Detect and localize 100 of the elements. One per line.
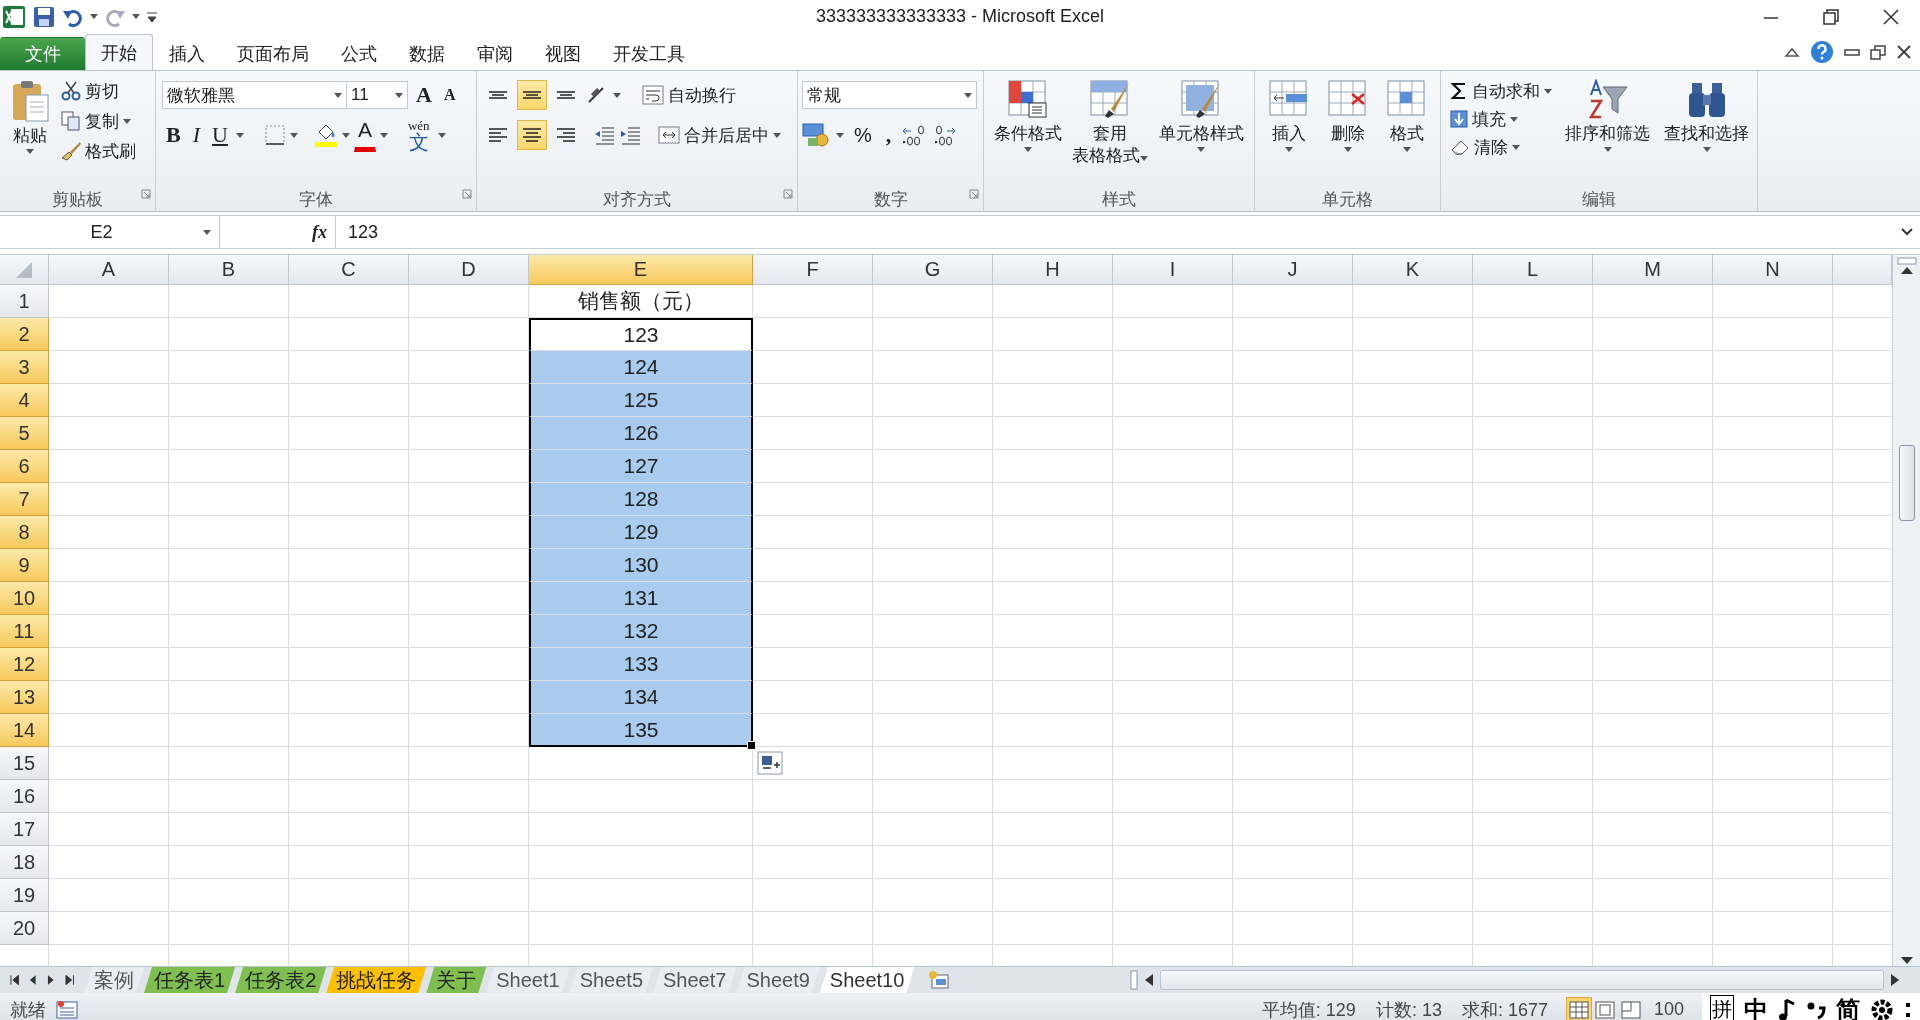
insert-sheet-icon[interactable]	[928, 970, 951, 990]
column-header[interactable]: H	[993, 255, 1113, 285]
number-format-dropdown[interactable]: 常规	[802, 81, 977, 109]
sheet-tab[interactable]: Sheet1	[486, 967, 570, 993]
zoom-level[interactable]: 100	[1643, 999, 1694, 1020]
row-header[interactable]: 16	[0, 780, 49, 813]
customize-toolbar-icon[interactable]	[146, 9, 158, 24]
row-header[interactable]: 8	[0, 516, 49, 549]
dialog-launcher-icon[interactable]	[969, 189, 979, 199]
clipboard-command[interactable]: 复制	[58, 107, 139, 135]
row-header[interactable]: 13	[0, 681, 49, 714]
sheet-tab[interactable]: Sheet10	[819, 967, 915, 993]
row-header[interactable]: 11	[0, 615, 49, 648]
insert-function-button[interactable]: fx	[304, 221, 335, 243]
column-header[interactable]: I	[1113, 255, 1233, 285]
language-button[interactable]: 中	[1744, 993, 1768, 1020]
wrap-text-button[interactable]: 自动换行	[639, 81, 739, 109]
percent-style-button[interactable]: %	[850, 120, 876, 150]
row-header[interactable]: 9	[0, 549, 49, 582]
clipboard-command[interactable]: 剪切	[58, 77, 139, 105]
last-sheet-icon[interactable]	[64, 974, 74, 986]
sheet-tab[interactable]: Sheet9	[736, 967, 820, 993]
sheet-tab[interactable]: 关于	[426, 967, 487, 993]
row-header[interactable]: 19	[0, 879, 49, 912]
scroll-up-icon[interactable]	[1899, 265, 1914, 275]
editing-command[interactable]: 填充	[1447, 105, 1555, 133]
next-sheet-icon[interactable]	[47, 974, 55, 986]
row-header[interactable]: 14	[0, 714, 49, 747]
paste-button[interactable]: 粘贴	[6, 77, 54, 187]
ribbon-tab[interactable]: 开始	[85, 34, 153, 70]
save-icon[interactable]	[32, 4, 56, 29]
row-header[interactable]: 1	[0, 285, 49, 318]
row-header[interactable]: 4	[0, 384, 49, 417]
style-button[interactable]: 套用 表格格式	[1068, 77, 1153, 187]
note-icon[interactable]	[1778, 997, 1796, 1020]
ribbon-tab[interactable]: 文件	[0, 37, 85, 70]
dialog-launcher-icon[interactable]	[462, 189, 472, 199]
ribbon-tab[interactable]: 页面布局	[221, 37, 325, 70]
column-header[interactable]: C	[289, 255, 409, 285]
help-icon[interactable]	[1810, 40, 1834, 64]
currency-icon[interactable]	[802, 122, 830, 148]
sheet-tab[interactable]: Sheet5	[569, 967, 654, 993]
fill-handle[interactable]	[747, 741, 756, 750]
row-header[interactable]: 6	[0, 450, 49, 483]
cells-button[interactable]: 删除	[1322, 77, 1373, 187]
column-header[interactable]: N	[1713, 255, 1833, 285]
restore-icon[interactable]	[1870, 44, 1886, 60]
style-button[interactable]: 条件格式	[990, 77, 1067, 187]
clipboard-command[interactable]: 格式刷	[58, 137, 139, 165]
column-header[interactable]: D	[409, 255, 529, 285]
column-header[interactable]: F	[753, 255, 873, 285]
formula-input-field[interactable]: 123	[335, 216, 1894, 248]
close-icon[interactable]	[1896, 44, 1912, 60]
editing-command[interactable]: 清除	[1447, 133, 1555, 161]
row-header[interactable]: 7	[0, 483, 49, 516]
sort-filter-button[interactable]: 排序和筛选	[1561, 77, 1654, 187]
italic-button[interactable]: I	[188, 120, 204, 150]
paste-options-icon[interactable]	[757, 751, 783, 775]
column-header[interactable]: J	[1233, 255, 1353, 285]
column-header[interactable]: E	[529, 255, 753, 285]
row-header[interactable]: 10	[0, 582, 49, 615]
scroll-left-icon[interactable]	[1144, 973, 1154, 987]
sheet-tab[interactable]: 挑战任务	[326, 967, 427, 993]
horizontal-align-button[interactable]	[517, 120, 547, 150]
cells-button[interactable]: 格式	[1381, 77, 1432, 187]
horizontal-scrollbar[interactable]	[1160, 970, 1884, 990]
style-button[interactable]: 单元格样式	[1154, 77, 1248, 187]
ribbon-tab[interactable]: 审阅	[461, 37, 529, 70]
column-header[interactable]: G	[873, 255, 993, 285]
row-header[interactable]: 12	[0, 648, 49, 681]
row-header[interactable]: 15	[0, 747, 49, 780]
vertical-align-button[interactable]	[517, 80, 547, 110]
bold-button[interactable]: B	[162, 120, 185, 150]
dialog-launcher-icon[interactable]	[141, 189, 151, 199]
fill-color-icon[interactable]	[313, 123, 338, 147]
scrollbar-thumb[interactable]	[1898, 445, 1915, 521]
restore-icon[interactable]	[1822, 7, 1840, 26]
editing-command[interactable]: 自动求和	[1447, 77, 1555, 105]
sheet-tab[interactable]: 案例	[84, 967, 144, 993]
column-header[interactable]: K	[1353, 255, 1473, 285]
find-select-button[interactable]: 查找和选择	[1660, 77, 1753, 187]
input-mode-button[interactable]: 拼	[1710, 995, 1734, 1020]
grow-font-button[interactable]: A	[412, 80, 436, 110]
ribbon-tab[interactable]: 视图	[529, 37, 597, 70]
row-header[interactable]: 2	[0, 318, 49, 351]
row-header[interactable]: 3	[0, 351, 49, 384]
column-header[interactable]: B	[169, 255, 289, 285]
column-header[interactable]: M	[1593, 255, 1713, 285]
row-header[interactable]: 17	[0, 813, 49, 846]
ribbon-tab[interactable]: 公式	[325, 37, 393, 70]
column-header[interactable]: L	[1473, 255, 1593, 285]
phonetic-guide-button[interactable]: wén 文	[403, 120, 434, 150]
close-icon[interactable]	[1882, 7, 1900, 26]
sheet-tab[interactable]: Sheet7	[653, 967, 737, 993]
row-header[interactable]: 18	[0, 846, 49, 879]
shrink-font-button[interactable]: A	[439, 80, 460, 110]
comma-style-button[interactable]: ,	[881, 120, 896, 150]
ribbon-tab[interactable]: 插入	[153, 37, 221, 70]
gear-icon[interactable]	[1870, 997, 1894, 1020]
column-header[interactable]: A	[49, 255, 169, 285]
